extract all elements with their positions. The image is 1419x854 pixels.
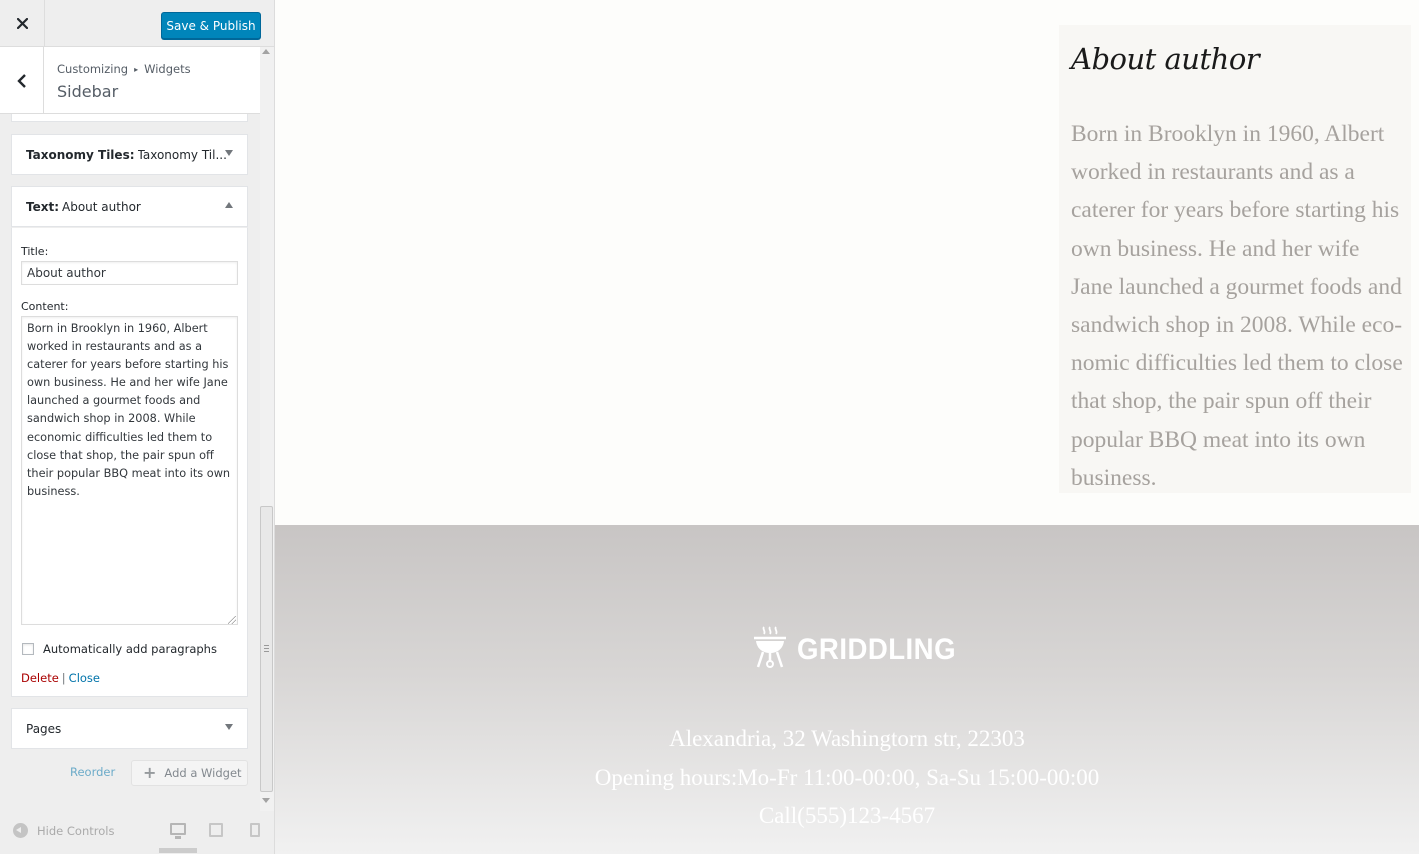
widget-type-label: Text:: [26, 199, 60, 214]
text-widget-form: Title: Content: Born in Brooklyn in 1960…: [11, 227, 248, 697]
close-link[interactable]: Close: [69, 671, 100, 685]
footer-opening-hours: Opening hours:Mo-Fr 11:00-00:00, Sa-Su 1…: [594, 765, 1100, 790]
customizer-sidebar: Save & Publish Customizing ▸ Widgets Sid…: [0, 0, 275, 854]
auto-paragraphs-checkbox[interactable]: Automatically add paragraphs: [22, 642, 217, 656]
mobile-preview-icon[interactable]: [250, 823, 260, 837]
scroll-down-arrow-icon[interactable]: [262, 798, 270, 803]
close-x-icon: [16, 18, 28, 29]
plus-icon: +: [143, 763, 157, 782]
widget-title-label: Taxonomy Til...: [137, 147, 227, 162]
collapse-arrow-icon: [13, 823, 28, 838]
hide-controls-button[interactable]: Hide Controls: [13, 823, 114, 838]
widget-taxonomy-tiles[interactable]: Taxonomy Tiles: Taxonomy Til...: [11, 134, 248, 175]
breadcrumb-separator: ▸: [134, 64, 139, 74]
active-device-indicator: [159, 848, 197, 853]
hide-controls-label: Hide Controls: [37, 823, 115, 838]
widget-heading: About author: [1071, 42, 1260, 76]
widget-actions: Delete | Close: [21, 671, 100, 685]
resize-handle-icon[interactable]: [228, 616, 236, 624]
widget-title-input[interactable]: [21, 261, 238, 285]
checkbox-box[interactable]: [22, 643, 34, 655]
widget-title-label: About author: [62, 199, 141, 214]
title-field-label: Title:: [21, 245, 49, 258]
customizer-header: Save & Publish: [0, 0, 274, 47]
widget-title-label: Pages: [26, 721, 62, 736]
widget-type-label: Taxonomy Tiles:: [26, 147, 135, 162]
widget-body-text: Born in Brooklyn in 1960, Albert worked …: [1071, 121, 1403, 491]
expand-arrow-icon[interactable]: [225, 724, 233, 730]
expand-arrow-icon[interactable]: [225, 150, 233, 156]
logo-text: GRIDDLING: [797, 633, 957, 666]
breadcrumb: Customizing ▸ Widgets: [57, 62, 191, 76]
widget-text-about-author[interactable]: Text: About author: [11, 186, 248, 227]
customizer-footer: Hide Controls: [0, 811, 274, 854]
site-footer: GRIDDLING Alexandria, 32 Washingtorn str…: [275, 525, 1419, 854]
grip-icon: [264, 645, 269, 652]
about-author-widget: About author Born in Brooklyn in 1960, A…: [1059, 25, 1411, 493]
add-widget-label: Add a Widget: [164, 766, 242, 780]
save-publish-button[interactable]: Save & Publish: [161, 12, 261, 39]
breadcrumb-current: Widgets: [144, 62, 191, 76]
reorder-link[interactable]: Reorder: [70, 765, 115, 779]
section-title: Sidebar: [57, 82, 119, 101]
back-button[interactable]: [0, 47, 44, 114]
site-logo[interactable]: GRIDDLING: [751, 625, 970, 669]
widgets-panel: Taxonomy Tiles: Taxonomy Til... Text: Ab…: [0, 114, 260, 814]
action-separator: |: [61, 671, 66, 685]
delete-link[interactable]: Delete: [21, 671, 59, 685]
scroll-up-arrow-icon[interactable]: [262, 49, 270, 54]
site-preview: About author Born in Brooklyn in 1960, A…: [275, 0, 1419, 854]
add-widget-button[interactable]: + Add a Widget: [131, 760, 248, 786]
collapse-arrow-icon[interactable]: [225, 202, 233, 208]
widget-pages[interactable]: Pages: [11, 708, 248, 749]
widget-content-textarea[interactable]: Born in Brooklyn in 1960, Albert worked …: [21, 316, 238, 625]
chevron-left-icon: [16, 73, 26, 88]
footer-address: Alexandria, 32 Washingtorn str, 22303: [669, 726, 1025, 751]
section-header: Customizing ▸ Widgets Sidebar: [0, 47, 260, 114]
tablet-preview-icon[interactable]: [209, 823, 223, 837]
previous-widget-edge: [11, 114, 248, 122]
close-customizer-button[interactable]: [0, 0, 45, 47]
grill-icon: [754, 626, 786, 668]
checkbox-label: Automatically add paragraphs: [43, 642, 217, 656]
scrollbar-thumb[interactable]: [260, 506, 273, 792]
breadcrumb-root: Customizing: [57, 62, 129, 76]
footer-phone[interactable]: Call(555)123-4567: [275, 803, 1419, 829]
desktop-preview-icon[interactable]: [170, 823, 186, 839]
content-field-label: Content:: [21, 300, 69, 313]
